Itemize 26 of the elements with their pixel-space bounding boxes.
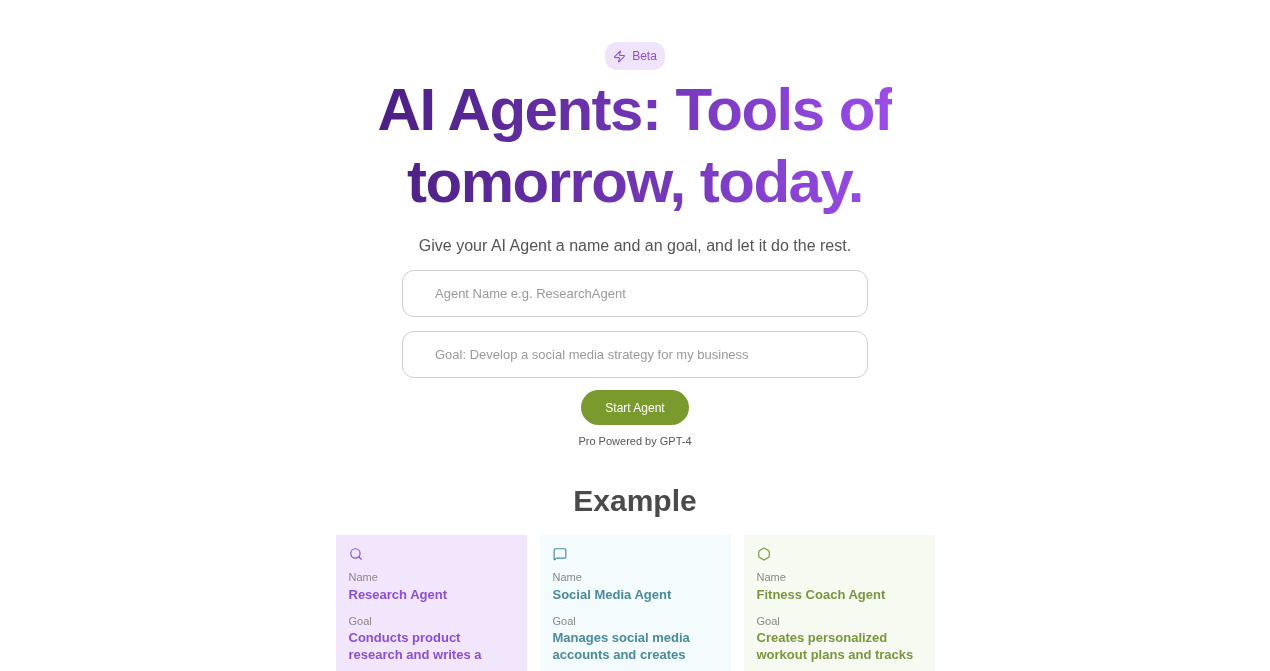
agent-goal: Creates personalized workout plans and tracks — [756, 629, 915, 663]
chat-bubble-icon — [552, 546, 567, 561]
agent-goal: Manages social media accounts and creates — [552, 629, 691, 663]
beta-label: Beta — [632, 48, 657, 66]
agent-goal: Conducts product research and writes a — [348, 629, 483, 663]
search-icon — [348, 546, 363, 561]
name-label: Name — [348, 569, 379, 585]
subtitle: Give your AI Agent a name and an goal, and let it do the rest. — [418, 236, 852, 257]
lightning-icon — [613, 49, 627, 63]
agent-name: Fitness Coach Agent — [756, 586, 887, 604]
name-label: Name — [552, 569, 583, 585]
goal-label: Goal — [756, 613, 781, 629]
start-agent-button[interactable]: Start Agent — [581, 390, 689, 425]
text-field[interactable]: Goal: Develop a social media strategy for my business — [402, 331, 868, 379]
hexagon-icon — [756, 546, 771, 561]
goal-label: Goal — [552, 613, 577, 629]
powered-by-note: Pro Powered by GPT-4 — [578, 434, 692, 449]
agent-name: Research Agent — [348, 586, 448, 604]
agent-name: Social Media Agent — [552, 586, 673, 604]
goal-label: Goal — [348, 613, 373, 629]
examples-heading: Example — [573, 482, 697, 519]
example-card[interactable]: Name Social Media Agent Goal Manages social media accounts and creates — [539, 534, 731, 671]
name-label: Name — [756, 569, 787, 585]
example-card[interactable]: Name Fitness Coach Agent Goal Creates personalized workout plans and tracks — [743, 534, 935, 671]
text-field[interactable]: Agent Name e.g. ResearchAgent — [402, 270, 868, 318]
example-card[interactable]: Name Research Agent Goal Conducts product research and writes a — [335, 534, 527, 671]
